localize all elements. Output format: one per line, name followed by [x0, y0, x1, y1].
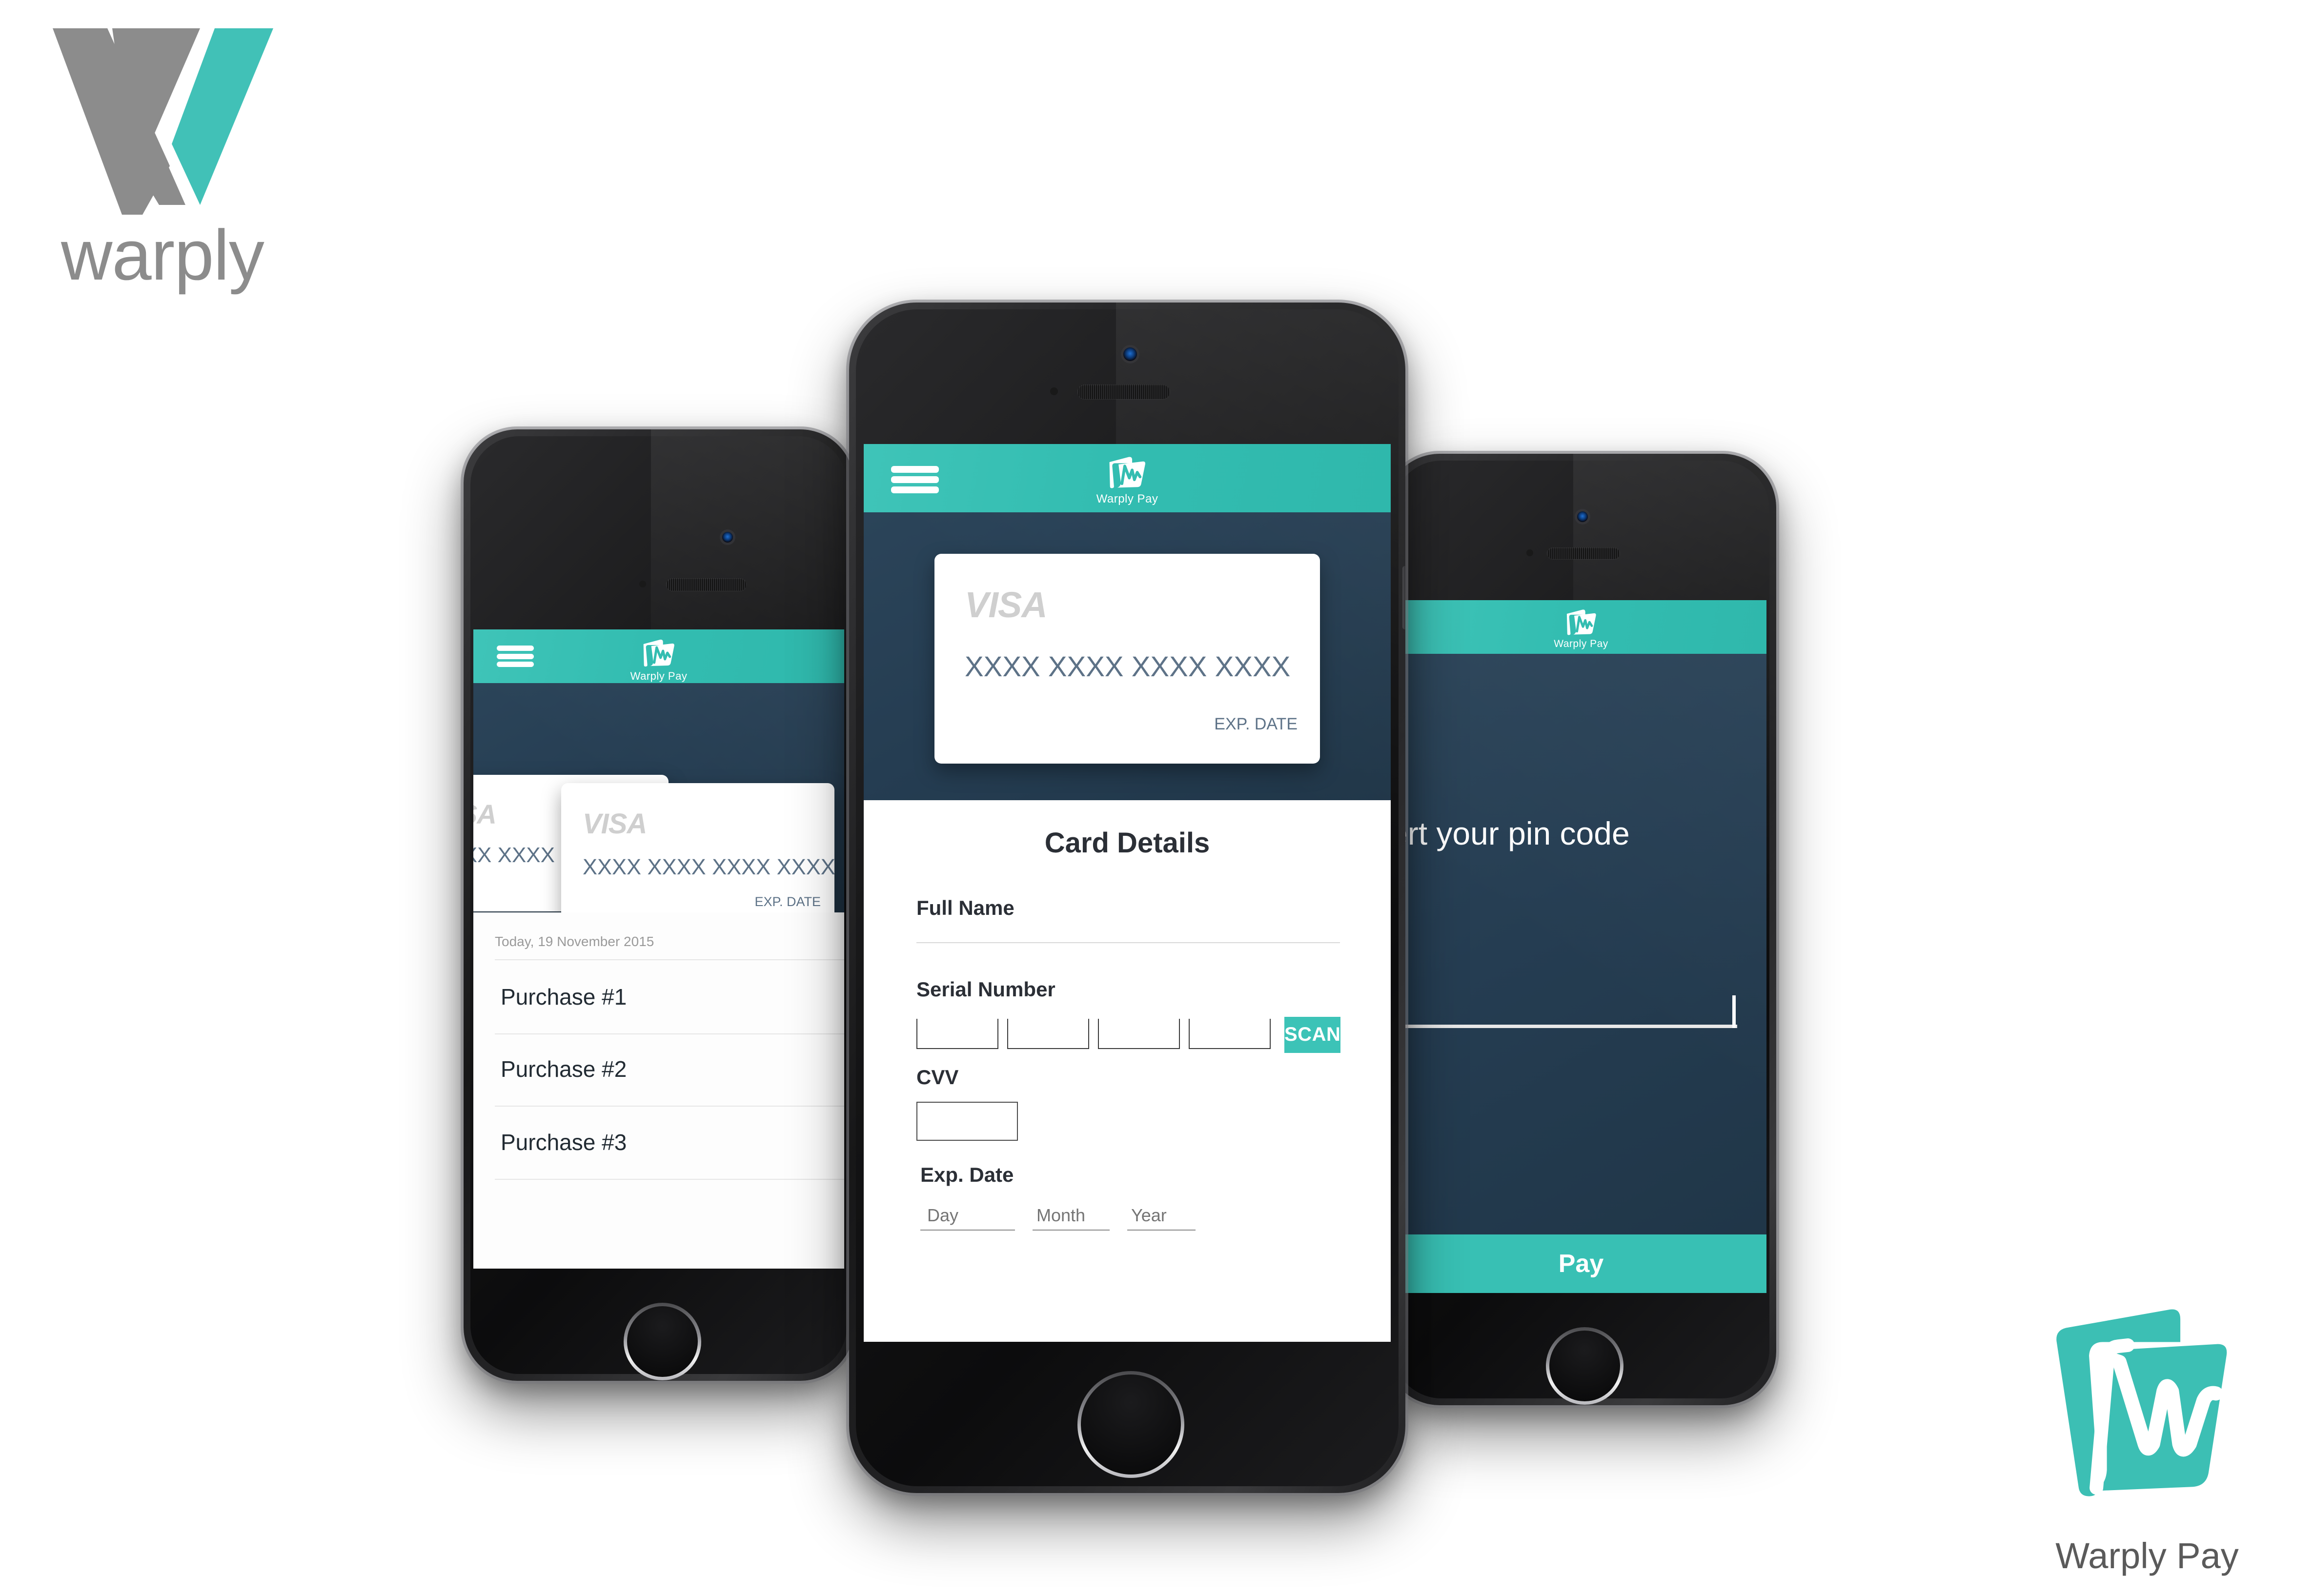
front-camera-icon — [722, 532, 733, 543]
serial-group-1[interactable] — [916, 1018, 998, 1049]
pin-body: Insert your pin code — [1396, 654, 1766, 1234]
right-phone-screen: Warply Pay Insert your pin code Pay — [1396, 600, 1766, 1293]
center-nav-bar: Warply Pay — [864, 444, 1391, 512]
list-item[interactable]: Purchase #3 — [495, 1106, 844, 1180]
card-front-exp-label: EXP. DATE — [754, 894, 821, 909]
credit-card[interactable]: VISA XXXX XXXX XXXX XXXX EXP. DATE — [934, 554, 1320, 764]
earpiece-speaker — [1547, 547, 1620, 559]
pin-input-underline[interactable] — [1396, 1025, 1737, 1028]
earpiece-speaker — [1077, 384, 1170, 399]
serial-group-4[interactable] — [1189, 1018, 1271, 1049]
cvv-group: CVV — [916, 1066, 1338, 1141]
proximity-sensor-icon — [1050, 387, 1058, 395]
card-details-title: Card Details — [1044, 827, 1210, 859]
center-nav-title: Warply Pay — [1096, 492, 1158, 505]
card-back-visa-logo: VISA — [473, 799, 497, 829]
earpiece-speaker — [666, 578, 747, 591]
serial-group-2[interactable] — [1007, 1018, 1089, 1049]
exp-month-input[interactable] — [1033, 1201, 1110, 1231]
power-button[interactable] — [1402, 566, 1405, 629]
phone-center: Warply Pay VISA XXXX XXXX XXXX XXXX EXP.… — [849, 303, 1405, 1493]
warply-pay-icon — [1564, 608, 1598, 636]
warply-pay-icon — [641, 638, 677, 667]
front-camera-icon — [1577, 511, 1588, 522]
purchase-list: Today, 19 November 2015 Purchase #1 Purc… — [473, 912, 844, 1269]
full-name-label: Full Name — [916, 896, 1014, 919]
list-item-label: Purchase #2 — [501, 1056, 627, 1082]
exp-date-group: Exp. Date — [920, 1163, 1338, 1231]
center-nav-logo: Warply Pay — [1096, 455, 1158, 506]
exp-date-row — [920, 1201, 1338, 1231]
right-nav-logo: Warply Pay — [1554, 608, 1608, 650]
hamburger-icon[interactable] — [497, 646, 534, 667]
full-name-input[interactable] — [916, 937, 1340, 943]
list-item[interactable]: Purchase #2 — [495, 1032, 844, 1107]
proximity-sensor-icon — [1526, 549, 1533, 556]
card-front-visa-logo: VISA — [583, 808, 647, 840]
warply-pay-icon — [1106, 455, 1148, 490]
phone-right: Warply Pay Insert your pin code Pay — [1386, 454, 1776, 1405]
scan-button[interactable]: SCAN — [1284, 1016, 1341, 1053]
warply-v-mark-icon — [53, 28, 273, 215]
list-item-label: Purchase #1 — [501, 984, 627, 1010]
center-phone-screen: Warply Pay VISA XXXX XXXX XXXX XXXX EXP.… — [864, 444, 1391, 1342]
warply-wordmark: warply — [61, 215, 264, 295]
exp-year-input[interactable] — [1127, 1201, 1196, 1231]
serial-number-label: Serial Number — [916, 977, 1055, 1001]
card-visa-logo: VISA — [965, 585, 1048, 625]
left-phone-screen: Warply Pay VISA XXXX XXXX XXXX XXXX EXP.… — [473, 629, 844, 1269]
list-date-header: Today, 19 November 2015 — [495, 934, 654, 949]
home-button[interactable] — [624, 1303, 701, 1380]
proximity-sensor-icon — [639, 581, 646, 587]
scan-button-label: SCAN — [1284, 1024, 1341, 1045]
cvv-label: CVV — [916, 1065, 959, 1089]
serial-number-group: Serial Number SCAN — [916, 977, 1341, 1053]
list-item[interactable]: Purchase #1 — [495, 959, 844, 1034]
pay-button-label: Pay — [1558, 1250, 1604, 1278]
left-nav-title: Warply Pay — [630, 670, 688, 682]
card-number: XXXX XXXX XXXX XXXX — [965, 651, 1291, 683]
right-nav-title: Warply Pay — [1554, 638, 1608, 649]
warply-pay-cards-icon — [2056, 1309, 2227, 1496]
warply-pay-brand-logo: Warply Pay — [2010, 1303, 2284, 1576]
full-name-group: Full Name — [916, 896, 1340, 949]
pin-prompt-text: Insert your pin code — [1396, 815, 1630, 851]
exp-day-input[interactable] — [920, 1201, 1015, 1231]
left-cards-area: VISA XXXX XXXX XXXX XXXX EXP. DATE VISA … — [473, 683, 844, 929]
left-nav-logo: Warply Pay — [630, 638, 688, 683]
home-button[interactable] — [1077, 1371, 1184, 1478]
phone-left: Warply Pay VISA XXXX XXXX XXXX XXXX EXP.… — [464, 429, 854, 1381]
card-front-number: XXXX XXXX XXXX XXXX — [583, 854, 834, 879]
warply-brand-logo: warply — [34, 20, 307, 312]
card-exp-label: EXP. DATE — [1214, 715, 1298, 733]
card-front[interactable]: VISA XXXX XXXX XXXX XXXX EXP. DATE — [561, 783, 834, 929]
hamburger-icon[interactable] — [891, 466, 939, 493]
warply-pay-wordmark: Warply Pay — [2055, 1535, 2239, 1576]
exp-date-label: Exp. Date — [920, 1163, 1014, 1186]
left-nav-bar: Warply Pay — [473, 629, 844, 683]
serial-group-3[interactable] — [1098, 1018, 1180, 1049]
pin-input-caret — [1732, 995, 1736, 1028]
list-item-label: Purchase #3 — [501, 1130, 627, 1155]
card-details-panel: Card Details Full Name Serial Number SCA… — [864, 800, 1391, 1342]
home-button[interactable] — [1546, 1327, 1623, 1405]
screenshot-canvas: warply Warply Pay A X XXXX VISA XXXX XXX… — [0, 0, 2313, 1596]
cvv-input[interactable] — [916, 1101, 1018, 1141]
center-card-area: VISA XXXX XXXX XXXX XXXX EXP. DATE — [864, 512, 1391, 800]
front-camera-icon — [1123, 347, 1137, 361]
serial-number-row: SCAN — [916, 1016, 1341, 1053]
right-nav-bar: Warply Pay — [1396, 600, 1766, 654]
pay-button[interactable]: Pay — [1396, 1234, 1766, 1293]
